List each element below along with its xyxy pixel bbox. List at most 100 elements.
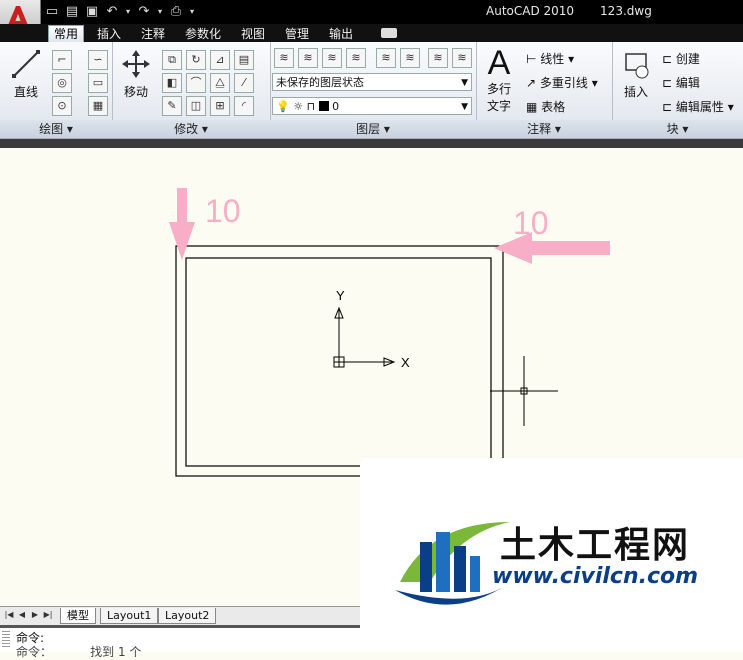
title-bar: ▭ ▤ ▣ ↶ ▾ ↷ ▾ ⎙ ▾ AutoCAD 2010 123.dwg <box>0 0 743 24</box>
line-button[interactable]: 直线 <box>6 48 46 100</box>
circle-icon[interactable]: ◎ <box>52 73 72 93</box>
rectangle-icon[interactable]: ▭ <box>88 73 108 93</box>
save-icon[interactable]: ▣ <box>84 4 100 20</box>
watermark-url: www.civilcn.com <box>492 564 699 589</box>
hatch-icon[interactable]: ▦ <box>88 96 108 116</box>
sun-icon: ☼ <box>293 100 304 113</box>
scale-icon[interactable]: ◫ <box>186 96 206 116</box>
erase-icon[interactable]: ✎ <box>162 96 182 116</box>
spline-icon[interactable]: ∽ <box>88 50 108 70</box>
open-file-icon[interactable]: ▤ <box>64 4 80 20</box>
layer-color-swatch <box>318 101 329 111</box>
current-layer-value: 0 <box>332 100 340 113</box>
layers-panel-title[interactable]: 图层 ▾ <box>270 120 476 138</box>
layer-state-value: 未保存的图层状态 <box>276 76 364 89</box>
polyline-icon[interactable]: ⌐ <box>52 50 72 70</box>
layer-isolate-icon[interactable]: ≋ <box>298 48 318 68</box>
layer-off-icon[interactable]: ≋ <box>346 48 366 68</box>
tab-annotate[interactable]: 注释 <box>136 26 170 42</box>
edit-attributes-button[interactable]: ⊏ 编辑属性 ▾ <box>662 98 734 115</box>
stretch-icon[interactable]: ⧋ <box>210 73 230 93</box>
new-file-icon[interactable]: ▭ <box>44 4 60 20</box>
pink-arrow-down-icon <box>169 188 195 260</box>
crosshair-cursor-icon <box>490 356 558 426</box>
block-panel: 插入 ⊏ 创建 ⊏ 编辑 ⊏ 编辑属性 ▾ 块 ▾ <box>612 42 743 138</box>
mtext-label-1: 多行 <box>486 82 511 96</box>
qat-menu-icon[interactable]: ▾ <box>188 4 196 20</box>
bulb-icon: 💡 <box>276 100 290 113</box>
explode-icon[interactable]: ⁄ <box>234 73 254 93</box>
mirror-icon[interactable]: ◧ <box>162 73 182 93</box>
ribbon-tab-bar: 常用 插入 注释 参数化 视图 管理 输出 <box>0 24 743 42</box>
line-icon <box>12 50 40 78</box>
layer-match-icon[interactable]: ≋ <box>376 48 396 68</box>
chamfer-icon[interactable]: ◜ <box>234 96 254 116</box>
insert-block-button[interactable]: 插入 <box>618 48 654 100</box>
ellipse-icon[interactable]: ⊙ <box>52 96 72 116</box>
undo-dropdown-icon[interactable]: ▾ <box>124 4 132 20</box>
chevron-down-icon: ▼ <box>461 102 468 112</box>
tab-layout1[interactable]: Layout1 <box>100 608 159 624</box>
modify-panel-title[interactable]: 修改 ▾ <box>112 120 270 138</box>
tab-parametric[interactable]: 参数化 <box>180 26 226 42</box>
draw-panel-title[interactable]: 绘图 ▾ <box>0 120 112 138</box>
insert-block-icon <box>625 53 649 79</box>
redo-icon[interactable]: ↷ <box>136 4 152 20</box>
layer-select[interactable]: 💡 ☼ ⊓ 0 ▼ <box>272 97 472 115</box>
edit-block-button[interactable]: ⊏ 编辑 <box>662 74 700 91</box>
offset-icon[interactable]: ⊞ <box>210 96 230 116</box>
watermark-title: 土木工程网 <box>500 525 691 566</box>
copy-icon[interactable]: ⧉ <box>162 50 182 70</box>
layer-walk-icon[interactable]: ≋ <box>428 48 448 68</box>
array-icon[interactable]: ▤ <box>234 50 254 70</box>
layer-freeze-icon[interactable]: ≋ <box>322 48 342 68</box>
tab-view[interactable]: 视图 <box>236 26 270 42</box>
ucs-icon <box>333 306 396 368</box>
command-line[interactable]: 命令: 命令： 找到 1 个 <box>0 625 743 659</box>
move-icon <box>122 50 150 78</box>
plot-icon[interactable]: ⎙ <box>168 4 184 20</box>
annotation-panel-title[interactable]: 注释 ▾ <box>476 120 612 138</box>
fillet-icon[interactable]: ⌒ <box>186 73 206 93</box>
first-tab-icon[interactable]: |◀ <box>4 609 14 621</box>
tab-insert[interactable]: 插入 <box>92 26 126 42</box>
tab-layout2[interactable]: Layout2 <box>158 608 217 624</box>
chevron-down-icon: ▼ <box>461 78 468 88</box>
ribbon-divider <box>0 139 743 148</box>
undo-icon[interactable]: ↶ <box>104 4 120 20</box>
file-name: 123.dwg <box>600 4 652 18</box>
move-label: 移动 <box>123 85 148 99</box>
linear-dimension-button[interactable]: ⊢ 线性 ▾ <box>526 50 574 67</box>
next-tab-icon[interactable]: ▶ <box>30 609 40 621</box>
multileader-button[interactable]: ↗ 多重引线 ▾ <box>526 74 598 91</box>
create-block-button[interactable]: ⊏ 创建 <box>662 50 700 67</box>
tab-manage[interactable]: 管理 <box>280 26 314 42</box>
layer-lock-icon[interactable]: ≋ <box>452 48 472 68</box>
layer-properties-icon[interactable]: ≋ <box>274 48 294 68</box>
quick-access-toolbar: ▭ ▤ ▣ ↶ ▾ ↷ ▾ ⎙ ▾ <box>44 2 196 22</box>
move-button[interactable]: 移动 <box>118 48 154 100</box>
tab-model[interactable]: 模型 <box>60 608 96 624</box>
mtext-button[interactable]: A 多行 文字 <box>482 46 516 114</box>
annotation-right: 10 <box>513 205 549 241</box>
tab-home[interactable]: 常用 <box>48 25 85 42</box>
ribbon: 直线 ⌐ ◎ ⊙ ∽ ▭ ▦ 绘图 ▾ 移动 ⧉ ↻ ⊿ ▤ ◧ ⌒ ⧋ ⁄ ✎… <box>0 42 743 139</box>
layout-tab-bar: |◀ ◀ ▶ ▶| 模型 Layout1 Layout2 <box>0 606 360 625</box>
layer-previous-icon[interactable]: ≋ <box>400 48 420 68</box>
tab-output[interactable]: 输出 <box>324 26 358 42</box>
last-tab-icon[interactable]: ▶| <box>43 609 53 621</box>
layer-state-select[interactable]: 未保存的图层状态 ▼ <box>272 73 472 91</box>
rotate-icon[interactable]: ↻ <box>186 50 206 70</box>
command-history: 命令： 找到 1 个 <box>16 645 142 659</box>
table-button[interactable]: ▦ 表格 <box>526 98 565 115</box>
modify-panel: 移动 ⧉ ↻ ⊿ ▤ ◧ ⌒ ⧋ ⁄ ✎ ◫ ⊞ ◜ 修改 ▾ <box>112 42 271 138</box>
ucs-y-label: Y <box>336 288 345 303</box>
block-panel-title[interactable]: 块 ▾ <box>612 120 743 138</box>
prev-tab-icon[interactable]: ◀ <box>17 609 27 621</box>
redo-dropdown-icon[interactable]: ▾ <box>156 4 164 20</box>
insert-block-label: 插入 <box>623 85 648 99</box>
trim-icon[interactable]: ⊿ <box>210 50 230 70</box>
layers-panel: ≋ ≋ ≋ ≋ ≋ ≋ ≋ ≋ 未保存的图层状态 ▼ 💡 ☼ ⊓ 0 ▼ 图层 … <box>270 42 477 138</box>
minimize-ribbon-icon[interactable] <box>381 28 397 38</box>
command-grip-icon[interactable] <box>2 631 10 649</box>
